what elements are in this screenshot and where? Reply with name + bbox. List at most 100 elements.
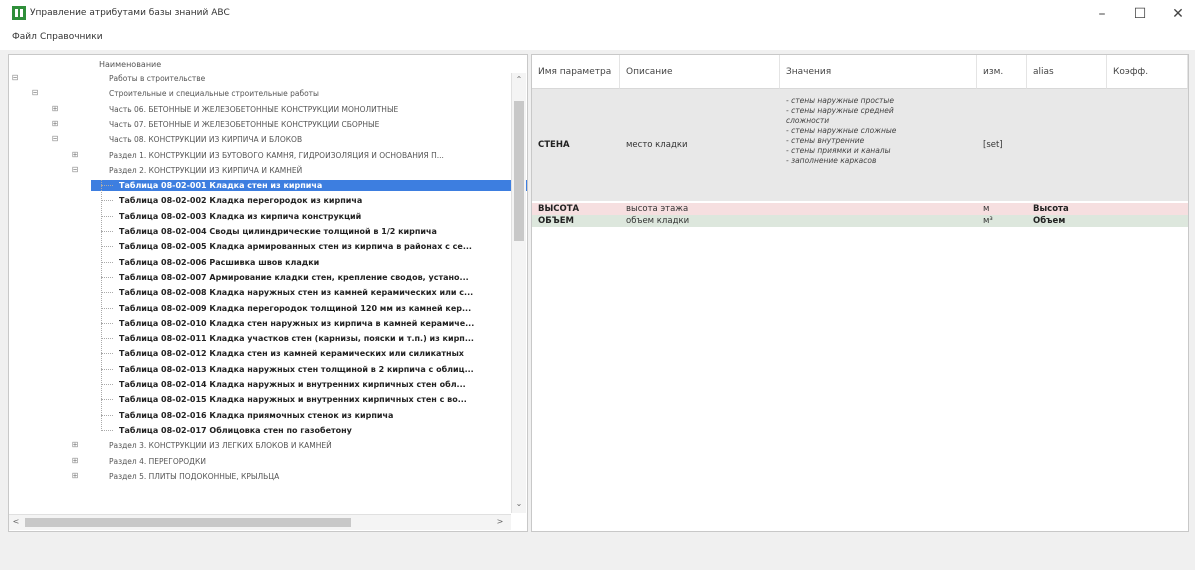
param-alias-cell[interactable] (1027, 89, 1107, 201)
tree-connector (101, 180, 102, 431)
tree-expander-icon[interactable]: ⊞ (51, 119, 59, 128)
tree-item[interactable]: Раздел 1. КОНСТРУКЦИИ ИЗ БУТОВОГО КАМНЯ,… (109, 150, 511, 161)
value-option: - стены наружные средней (786, 106, 894, 115)
tree-item[interactable]: Таблица 08-02-001 Кладка стен из кирпича (91, 180, 527, 192)
tree-item[interactable]: Раздел 5. ПЛИТЫ ПОДОКОННЫЕ, КРЫЛЬЦА (109, 471, 511, 482)
tree-connector (101, 215, 113, 217)
param-description-cell[interactable]: высота этажа (620, 203, 780, 215)
param-name-cell[interactable]: ВЫСОТА (532, 203, 620, 215)
column-name-header[interactable]: Имя параметра (532, 55, 620, 89)
vertical-scrollbar[interactable]: ⌃ ⌄ (511, 73, 526, 513)
tree-connector (101, 429, 113, 431)
param-name-cell[interactable]: ОБЪЕМ (532, 215, 620, 227)
tree-item[interactable]: Таблица 08-02-008 Кладка наружных стен и… (119, 287, 511, 298)
param-unit-cell[interactable]: м³ (977, 215, 1027, 227)
window-title: Управление атрибутами базы знаний АВС (30, 8, 230, 18)
menu-file[interactable]: Файл (12, 32, 37, 42)
param-coef-cell[interactable] (1107, 89, 1188, 201)
tree-item[interactable]: Таблица 08-02-014 Кладка наружных и внут… (119, 379, 511, 390)
menu-references[interactable]: Справочники (40, 32, 103, 42)
tree-expander-icon[interactable]: ⊞ (71, 440, 79, 449)
tree-item[interactable]: Раздел 4. ПЕРЕГОРОДКИ (109, 456, 511, 467)
maximize-button[interactable]: ☐ (1122, 2, 1158, 26)
tree-connector (101, 353, 113, 355)
tree-expander-icon[interactable]: ⊟ (71, 165, 79, 174)
tree-header: Наименование (99, 60, 162, 69)
tree-connector (101, 185, 113, 187)
tree-item[interactable]: Таблица 08-02-016 Кладка приямочных стен… (119, 410, 511, 421)
tree-expander-icon[interactable]: ⊞ (71, 150, 79, 159)
app-icon (12, 6, 26, 20)
tree-item[interactable]: Таблица 08-02-009 Кладка перегородок тол… (119, 303, 511, 314)
param-description-cell[interactable]: место кладки (620, 89, 780, 201)
tree-expander-icon[interactable]: ⊞ (51, 104, 59, 113)
tree-expander-icon[interactable]: ⊟ (51, 134, 59, 143)
close-button[interactable]: ✕ (1160, 2, 1195, 26)
tree-connector (101, 276, 113, 278)
tree-item[interactable]: Таблица 08-02-006 Расшивка швов кладки (119, 257, 511, 268)
tree-expander-icon[interactable]: ⊞ (71, 456, 79, 465)
param-coef-cell[interactable] (1107, 203, 1188, 215)
param-alias-cell[interactable]: Объем (1027, 215, 1107, 227)
value-option: - стены внутренние (786, 136, 865, 145)
tree-item[interactable]: Работы в строительстве (109, 73, 511, 84)
tree-item[interactable]: Часть 06. БЕТОННЫЕ И ЖЕЛЕЗОБЕТОННЫЕ КОНС… (109, 104, 511, 115)
menu-bar: Файл Справочники (0, 28, 1195, 50)
column-description-header[interactable]: Описание (620, 55, 780, 89)
value-option: сложности (786, 116, 830, 125)
tree-item[interactable]: Таблица 08-02-011 Кладка участков стен (… (119, 333, 511, 344)
grid-row[interactable]: ВЫСОТА высота этажа м Высота (532, 203, 1188, 215)
tree-item[interactable]: Раздел 3. КОНСТРУКЦИИ ИЗ ЛЕГКИХ БЛОКОВ И… (109, 440, 511, 451)
scroll-left-icon[interactable]: < (9, 517, 23, 526)
param-name-cell[interactable]: СТЕНА (532, 89, 620, 201)
grid-row[interactable]: СТЕНА место кладки - стены наружные просты… (532, 89, 1188, 201)
value-option: - заполнение каркасов (786, 156, 877, 165)
tree-item[interactable]: Раздел 2. КОНСТРУКЦИИ ИЗ КИРПИЧА И КАМНЕ… (109, 165, 511, 176)
tree-connector (101, 384, 113, 385)
tree-item[interactable]: Строительные и специальные строительные … (109, 88, 511, 99)
tree-expander-icon[interactable]: ⊟ (11, 73, 19, 82)
column-values-header[interactable]: Значения (780, 55, 977, 89)
title-bar: Управление атрибутами базы знаний АВС – … (0, 0, 1195, 28)
param-description-cell[interactable]: объем кладки (620, 215, 780, 227)
tree-item[interactable]: Таблица 08-02-004 Своды цилиндрические т… (119, 226, 511, 237)
scroll-up-icon[interactable]: ⌃ (512, 75, 526, 84)
parameters-grid[interactable]: Имя параметра Описание Значения изм. alias Ко… (531, 54, 1189, 532)
param-unit-cell[interactable]: [set] (977, 89, 1027, 201)
param-values-cell[interactable]: - стены наружные простые - стены наружные… (780, 96, 977, 166)
tree-item[interactable]: Таблица 08-02-015 Кладка наружных и внут… (119, 394, 511, 405)
tree-item[interactable]: Таблица 08-02-010 Кладка стен наружных и… (119, 318, 511, 329)
param-coef-cell[interactable] (1107, 215, 1188, 227)
column-unit-header[interactable]: изм. (977, 55, 1027, 89)
tree-item[interactable]: Таблица 08-02-007 Армирование кладки сте… (119, 272, 511, 283)
grid-row[interactable]: ОБЪЕМ объем кладки м³ Объем (532, 215, 1188, 227)
tree-item[interactable]: Таблица 08-02-002 Кладка перегородок из … (119, 195, 511, 206)
scroll-down-icon[interactable]: ⌄ (512, 499, 526, 508)
vertical-scroll-thumb[interactable] (514, 101, 524, 241)
column-coef-header[interactable]: Коэфф. (1107, 55, 1188, 89)
tree-connector (101, 307, 113, 309)
tree-item[interactable]: Часть 07. БЕТОННЫЕ И ЖЕЛЕЗОБЕТОННЫЕ КОНС… (109, 119, 511, 130)
tree-expander-icon[interactable]: ⊟ (31, 88, 39, 97)
tree-item[interactable]: Часть 08. КОНСТРУКЦИИ ИЗ КИРПИЧА И БЛОКО… (109, 134, 511, 145)
param-alias-cell[interactable]: Высота (1027, 203, 1107, 215)
minimize-button[interactable]: – (1084, 2, 1120, 26)
tree-connector (101, 338, 113, 340)
tree-item[interactable]: Таблица 08-02-005 Кладка армированных ст… (119, 241, 511, 252)
horizontal-scroll-thumb[interactable] (25, 518, 351, 527)
tree-item[interactable]: Таблица 08-02-012 Кладка стен из камней … (119, 348, 511, 359)
tree-item[interactable]: Таблица 08-02-013 Кладка наружных стен т… (119, 364, 511, 375)
tree-connector (101, 261, 113, 263)
status-bar (0, 536, 1195, 570)
tree-connector (101, 322, 113, 324)
horizontal-scrollbar[interactable]: < > (9, 514, 511, 530)
param-unit-cell[interactable]: м (977, 203, 1027, 215)
tree-connector (101, 414, 113, 416)
tree-expander-icon[interactable]: ⊞ (71, 471, 79, 480)
tree-connector (101, 246, 113, 248)
scroll-right-icon[interactable]: > (493, 517, 507, 526)
tree-item[interactable]: Таблица 08-02-003 Кладка из кирпича конс… (119, 211, 511, 222)
tree-item[interactable]: Таблица 08-02-017 Облицовка стен по газо… (119, 425, 511, 436)
column-alias-header[interactable]: alias (1027, 55, 1107, 89)
tree-panel[interactable]: Наименование ⊟ Работы в строительстве ⊟ Стр… (8, 54, 528, 532)
